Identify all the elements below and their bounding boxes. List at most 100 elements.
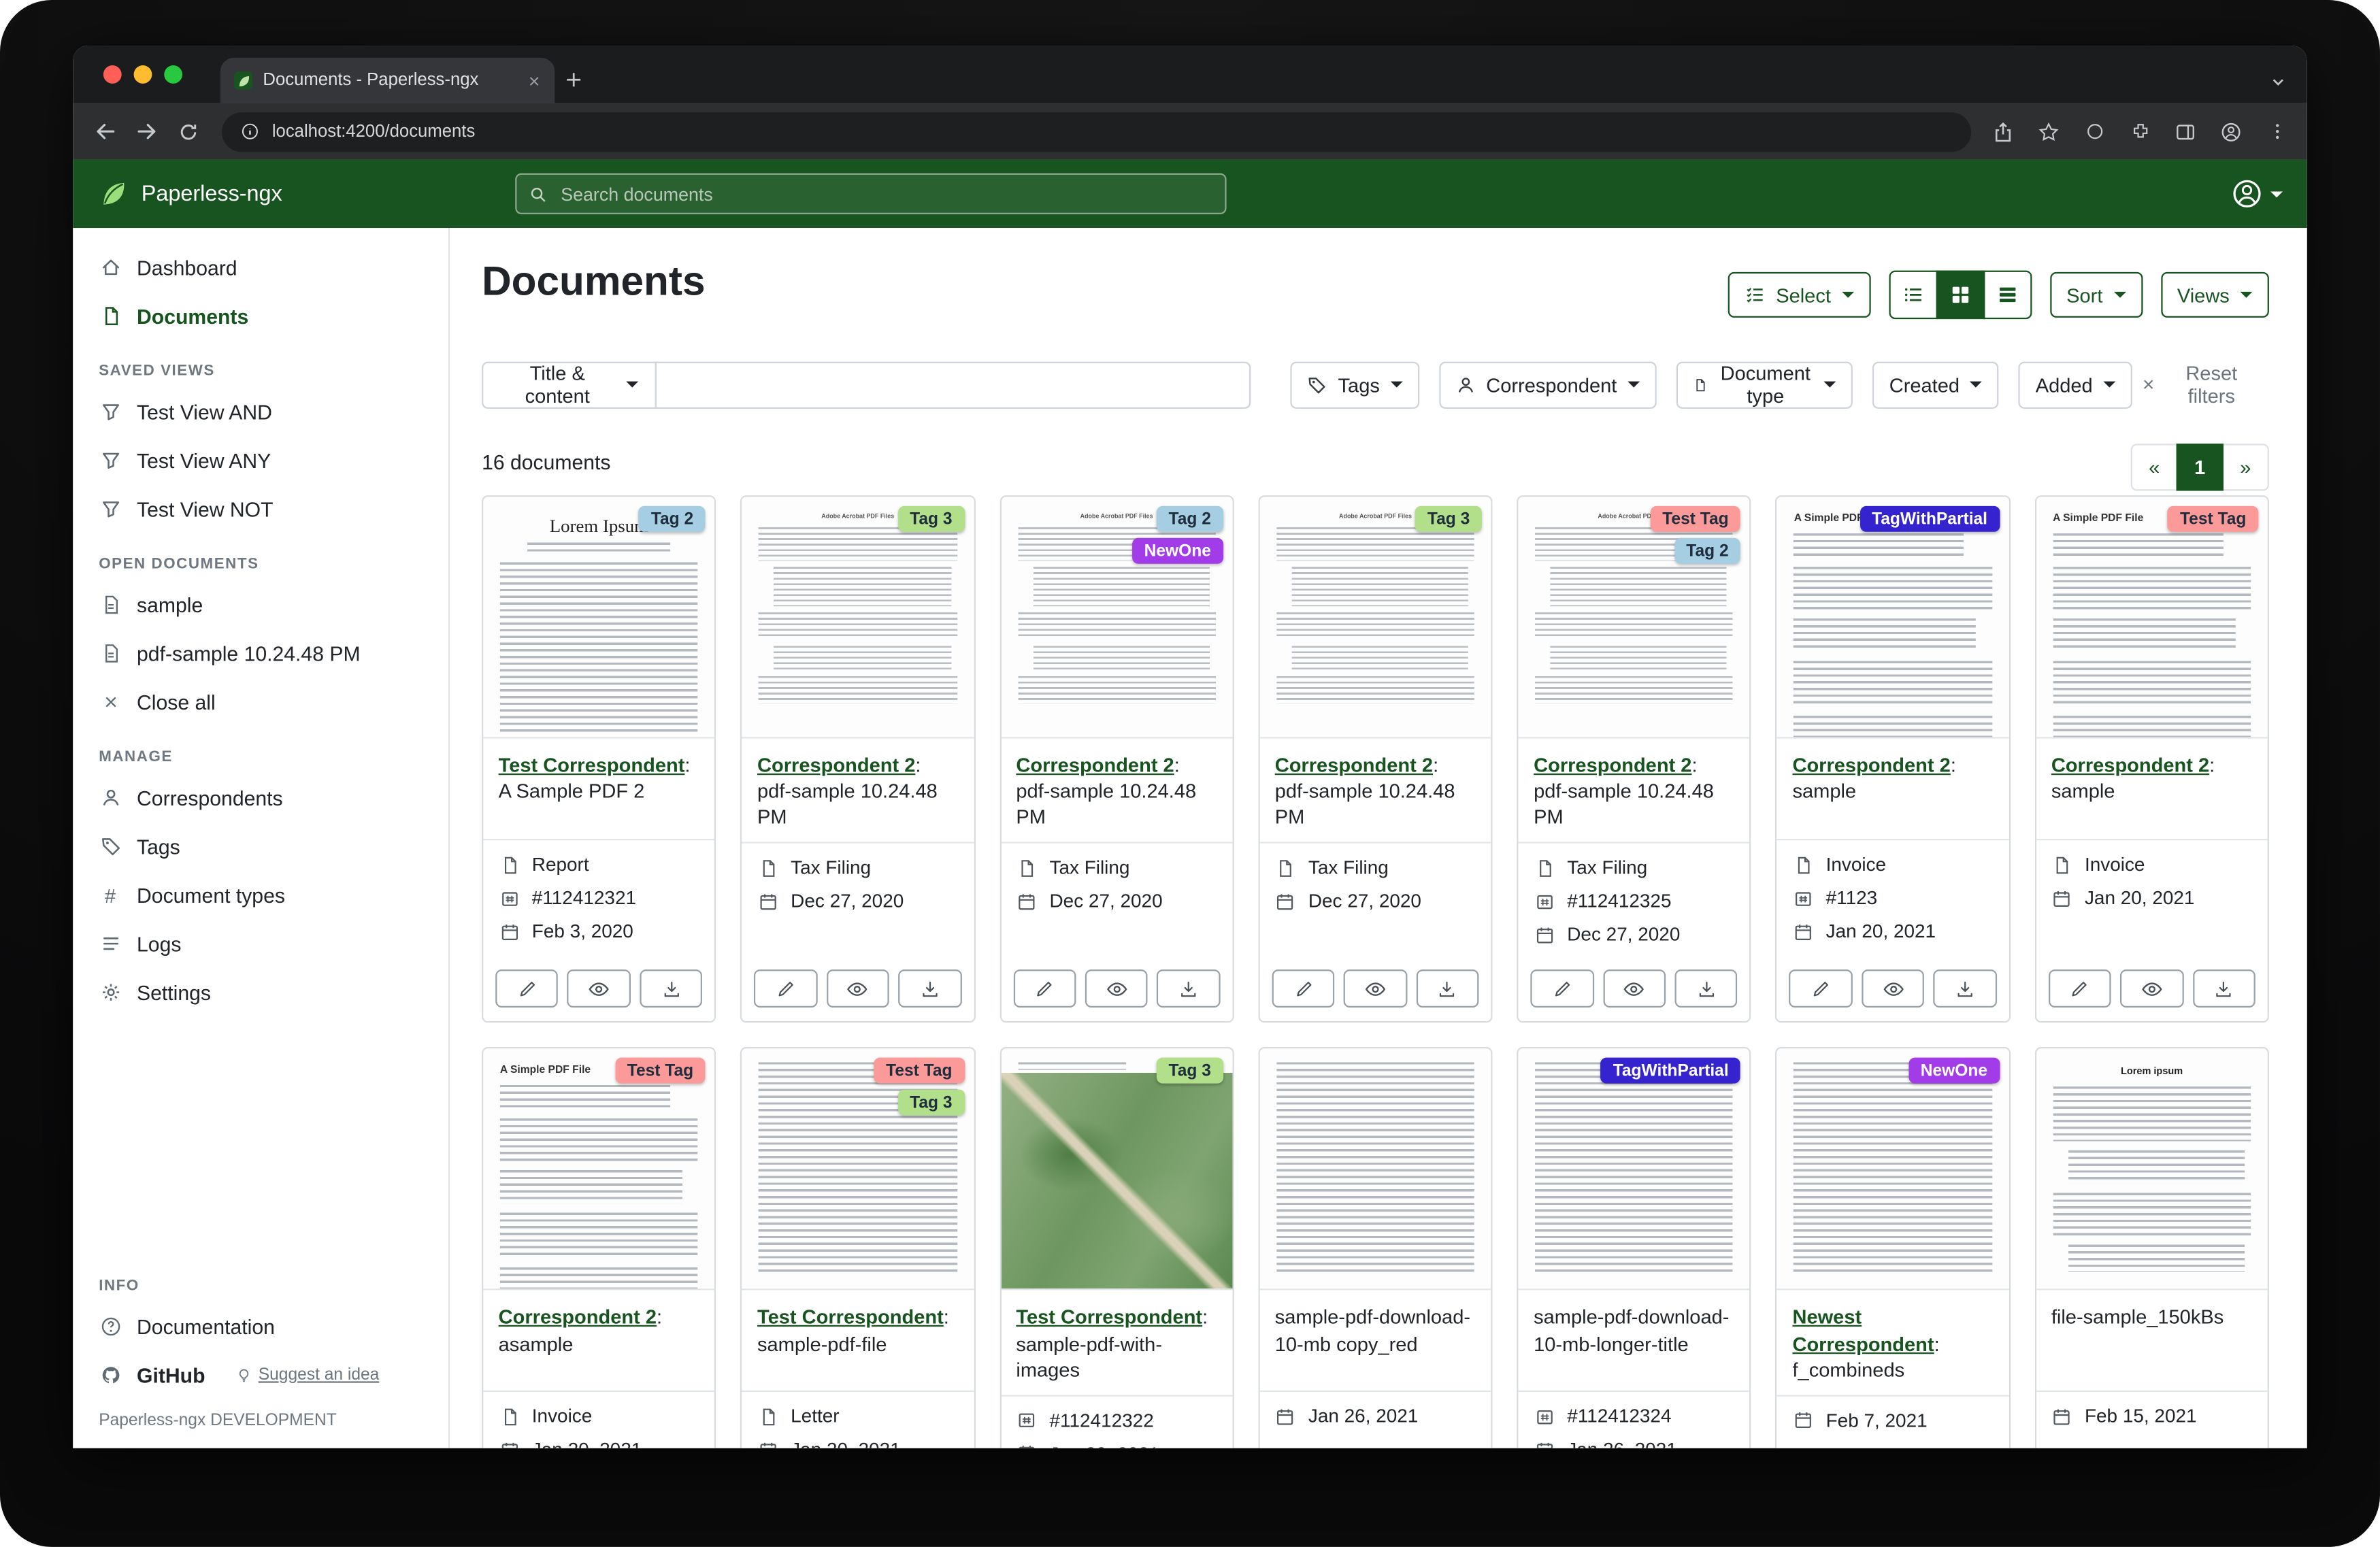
edit-button[interactable] — [2048, 970, 2111, 1008]
edit-button[interactable] — [495, 970, 559, 1008]
correspondent-link[interactable]: Correspondent 2 — [2051, 754, 2209, 777]
correspondent-link[interactable]: Newest Correspondent — [1792, 1306, 1934, 1355]
user-menu[interactable] — [2231, 178, 2283, 210]
tags-filter-button[interactable]: Tags — [1291, 361, 1419, 408]
sidebar-item-document-types[interactable]: # Document types — [73, 871, 448, 919]
new-tab-button[interactable] — [557, 63, 590, 96]
sidebar-item-tags[interactable]: Tags — [73, 822, 448, 870]
tag-badge[interactable]: Tag 2 — [639, 506, 706, 532]
sidebar-item-github[interactable]: GitHub Suggest an idea — [73, 1351, 448, 1399]
document-thumbnail[interactable]: Adobe Acrobat PDF FilesTag 2NewOne — [1001, 497, 1232, 738]
correspondent-link[interactable]: Correspondent 2 — [499, 1306, 657, 1329]
document-title-text[interactable]: sample-pdf-download-10-mb copy_red — [1275, 1306, 1470, 1355]
back-icon[interactable] — [85, 111, 126, 152]
document-thumbnail[interactable]: Tag 3 — [1001, 1049, 1232, 1291]
tag-badge[interactable]: NewOne — [1132, 538, 1223, 564]
correspondent-link[interactable]: Correspondent 2 — [757, 754, 915, 777]
sidebar-item-correspondents[interactable]: Correspondents — [73, 774, 448, 822]
view-grid-button[interactable] — [1936, 271, 1984, 319]
correspondent-link[interactable]: Correspondent 2 — [1275, 754, 1433, 777]
tag-badge[interactable]: Tag 2 — [1157, 506, 1223, 532]
side-panel-icon[interactable] — [2167, 111, 2204, 152]
tag-badge[interactable]: Tag 3 — [1415, 506, 1482, 532]
search-input[interactable] — [558, 182, 1213, 206]
select-button[interactable]: Select — [1728, 272, 1870, 318]
tab-close-icon[interactable] — [527, 73, 541, 87]
document-thumbnail[interactable] — [1259, 1049, 1491, 1291]
tag-badge[interactable]: NewOne — [1908, 1059, 2000, 1084]
edit-button[interactable] — [1531, 970, 1594, 1008]
tab-search-chevron-icon[interactable] — [2269, 73, 2287, 91]
close-window-button[interactable] — [103, 65, 122, 84]
sidebar-item-test-view-and[interactable]: Test View AND — [73, 388, 448, 436]
tag-badge[interactable]: Test Tag — [615, 1059, 706, 1084]
download-button[interactable] — [898, 970, 961, 1008]
document-thumbnail[interactable]: Adobe Acrobat PDF FilesTag 3 — [742, 497, 974, 738]
document-type-filter-button[interactable]: Document type — [1676, 361, 1853, 408]
tag-badge[interactable]: Tag 3 — [1157, 1059, 1223, 1084]
document-title-text[interactable]: file-sample_150kBs — [2051, 1306, 2224, 1329]
download-button[interactable] — [1934, 970, 1997, 1008]
edit-button[interactable] — [755, 970, 818, 1008]
minimize-window-button[interactable] — [134, 65, 152, 84]
correspondent-link[interactable]: Correspondent 2 — [1016, 754, 1174, 777]
sidebar-item-test-view-not[interactable]: Test View NOT — [73, 485, 448, 533]
pagination-next-button[interactable]: » — [2222, 444, 2269, 490]
edit-button[interactable] — [1272, 970, 1335, 1008]
extensions-puzzle-icon[interactable] — [2121, 111, 2158, 152]
edit-button[interactable] — [1013, 970, 1076, 1008]
view-list-button[interactable] — [1889, 271, 1937, 319]
correspondent-link[interactable]: Test Correspondent — [499, 754, 685, 777]
view-button[interactable] — [1344, 970, 1407, 1008]
zoom-window-button[interactable] — [164, 65, 182, 84]
pagination-page-1-button[interactable]: 1 — [2177, 444, 2224, 490]
sidebar-item-documents[interactable]: Documents — [73, 292, 448, 340]
document-thumbnail[interactable]: TagWithPartial — [1519, 1049, 1750, 1291]
tag-badge[interactable]: TagWithPartial — [1860, 506, 2000, 532]
view-button[interactable] — [1085, 970, 1148, 1008]
sidebar-item-open-document-pdf-sample[interactable]: pdf-sample 10.24.48 PM — [73, 629, 448, 678]
circle-icon[interactable] — [2076, 111, 2113, 152]
forward-icon[interactable] — [126, 111, 167, 152]
correspondent-link[interactable]: Test Correspondent — [1016, 1306, 1202, 1329]
reload-icon[interactable] — [167, 111, 208, 152]
suggest-an-idea-link[interactable]: Suggest an idea — [235, 1366, 379, 1384]
view-button[interactable] — [2120, 970, 2183, 1008]
correspondent-filter-button[interactable]: Correspondent — [1439, 361, 1656, 408]
reset-filters-button[interactable]: Reset filters — [2132, 360, 2269, 408]
edit-button[interactable] — [1789, 970, 1853, 1008]
sidebar-item-documentation[interactable]: Documentation — [73, 1302, 448, 1350]
title-content-input[interactable] — [655, 361, 1252, 408]
profile-avatar-icon[interactable] — [2213, 111, 2249, 152]
menu-kebab-icon[interactable] — [2258, 111, 2295, 152]
sidebar-item-test-view-any[interactable]: Test View ANY — [73, 436, 448, 484]
views-button[interactable]: Views — [2160, 272, 2269, 318]
correspondent-link[interactable]: Correspondent 2 — [1792, 754, 1950, 777]
document-thumbnail[interactable]: Adobe Acrobat PDF FilesTest TagTag 2 — [1519, 497, 1750, 738]
sidebar-item-open-document-sample[interactable]: sample — [73, 580, 448, 629]
document-thumbnail[interactable]: NewOne — [1777, 1049, 2009, 1291]
share-icon[interactable] — [1985, 111, 2021, 152]
tag-badge[interactable]: TagWithPartial — [1601, 1059, 1741, 1084]
site-info-icon[interactable] — [240, 122, 260, 142]
app-brand[interactable]: Paperless-ngx — [73, 180, 474, 208]
document-thumbnail[interactable]: Lorem ipsum — [2036, 1049, 2267, 1291]
bookmark-star-icon[interactable] — [2030, 111, 2067, 152]
view-button[interactable] — [1862, 970, 1925, 1008]
document-thumbnail[interactable]: A Simple PDF FileTagWithPartial — [1777, 497, 2009, 738]
view-button[interactable] — [826, 970, 889, 1008]
document-thumbnail[interactable]: Adobe Acrobat PDF FilesTag 3 — [1259, 497, 1491, 738]
sidebar-item-close-all[interactable]: Close all — [73, 678, 448, 726]
title-content-dropdown[interactable]: Title & content — [482, 361, 656, 408]
view-button[interactable] — [1603, 970, 1666, 1008]
document-thumbnail[interactable]: Lorem IpsumTag 2 — [483, 497, 714, 738]
document-thumbnail[interactable]: A Simple PDF FileTest Tag — [2036, 497, 2267, 738]
view-detail-button[interactable] — [1983, 271, 2031, 319]
correspondent-link[interactable]: Correspondent 2 — [1534, 754, 1691, 777]
download-button[interactable] — [2192, 970, 2255, 1008]
sort-button[interactable]: Sort — [2050, 272, 2143, 318]
document-thumbnail[interactable]: Test TagTag 3 — [742, 1049, 974, 1291]
pagination-prev-button[interactable]: « — [2131, 444, 2178, 490]
tag-badge[interactable]: Tag 3 — [897, 1091, 964, 1116]
view-button[interactable] — [567, 970, 631, 1008]
